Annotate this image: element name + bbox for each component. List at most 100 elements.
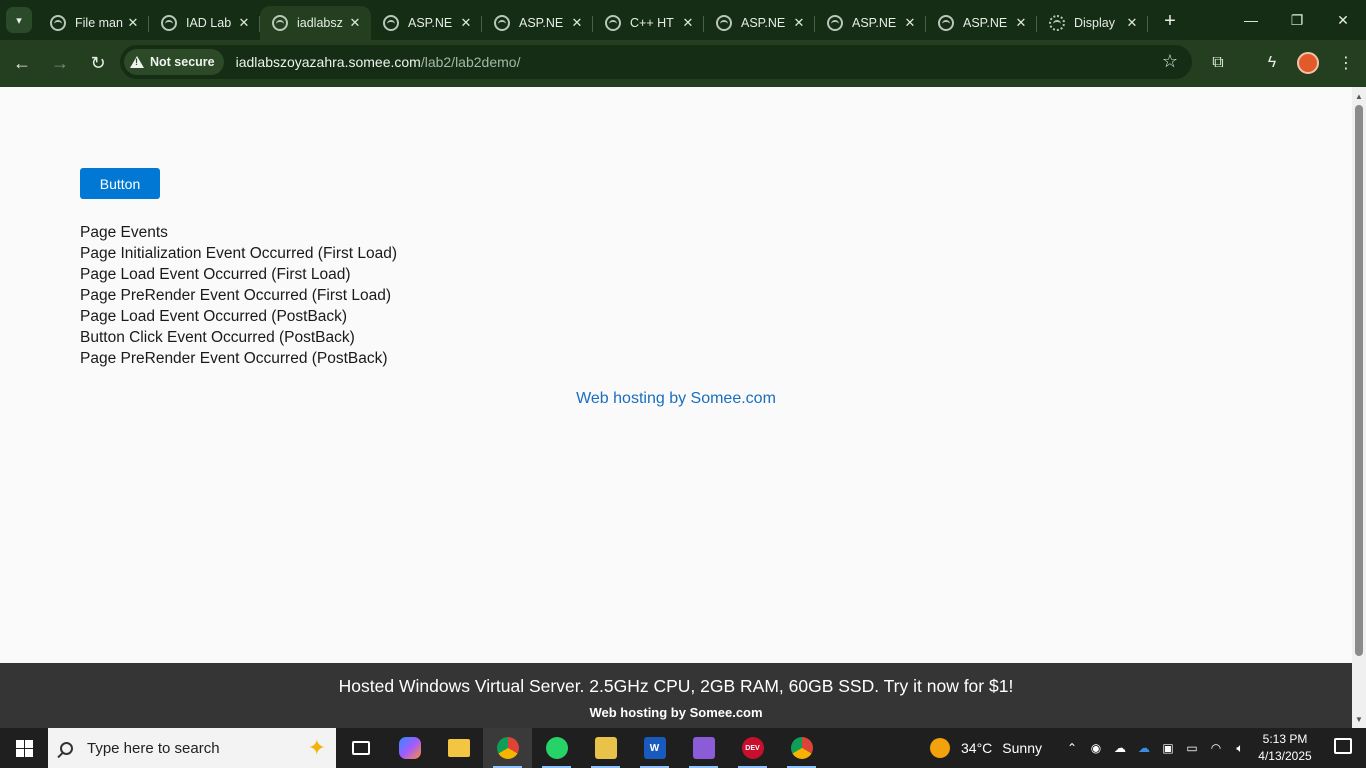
hosting-link[interactable]: Web hosting by Somee.com — [576, 390, 776, 407]
visual-studio-icon — [692, 737, 715, 759]
close-icon[interactable]: ✕ — [1013, 15, 1029, 31]
camera-icon[interactable]: ◉ — [1084, 741, 1108, 755]
close-icon[interactable]: ✕ — [791, 15, 807, 31]
whatsapp-icon — [545, 737, 568, 759]
close-icon[interactable]: ✕ — [1124, 15, 1140, 31]
file-explorer-button[interactable] — [434, 728, 483, 768]
reload-button[interactable]: ↻ — [80, 46, 116, 82]
notification-icon[interactable] — [1334, 738, 1352, 754]
minimize-button[interactable]: — — [1228, 0, 1274, 40]
security-chip[interactable]: Not secure — [124, 49, 224, 75]
banner-headline[interactable]: Hosted Windows Virtual Server. 2.5GHz CP… — [0, 675, 1352, 697]
volume-icon[interactable]: 🔈︎ — [1228, 741, 1252, 756]
globe-icon — [383, 15, 399, 31]
folder-icon — [447, 739, 470, 757]
tab-title: IAD Lab — [186, 16, 232, 30]
tab-2[interactable]: IAD Lab ✕ — [149, 6, 260, 40]
clock-date: 4/13/2025 — [1258, 749, 1312, 763]
restore-button[interactable]: ❐ — [1274, 0, 1320, 40]
battery-icon[interactable]: ▭ — [1180, 741, 1204, 755]
lightning-icon: ϟ — [1267, 54, 1277, 71]
word-icon: W — [643, 737, 666, 759]
forward-button[interactable]: → — [42, 46, 78, 82]
display-icon[interactable]: ▣ — [1156, 741, 1180, 755]
menu-button[interactable]: ⋮ — [1331, 48, 1361, 78]
back-button[interactable]: ← — [4, 46, 40, 82]
tab-title: iadlabsz — [297, 16, 343, 30]
visual-studio-button[interactable] — [679, 728, 728, 768]
profile-button[interactable] — [1293, 48, 1323, 78]
chrome-profile-button[interactable] — [777, 728, 826, 768]
tab-5[interactable]: ASP.NE ✕ — [482, 6, 593, 40]
tab-10[interactable]: Display ✕ — [1037, 6, 1148, 40]
scroll-up-icon[interactable]: ▲ — [1352, 89, 1366, 103]
dev-cpp-button[interactable]: DEV — [728, 728, 777, 768]
close-icon[interactable]: ✕ — [902, 15, 918, 31]
postback-button[interactable]: Button — [80, 168, 160, 199]
clock[interactable]: 5:13 PM 4/13/2025 — [1250, 731, 1320, 765]
url-host: iadlabszoyazahra.somee.com — [235, 54, 421, 70]
close-icon[interactable]: ✕ — [125, 15, 141, 31]
taskbar-search[interactable]: Type here to search ✦ — [48, 728, 336, 768]
address-bar[interactable]: Not secure iadlabszoyazahra.somee.com/la… — [120, 45, 1192, 79]
weather-temp: 34°C — [961, 740, 993, 756]
tab-search-button[interactable]: ▾ — [6, 7, 32, 33]
extensions-button[interactable]: ⧉ — [1203, 48, 1233, 78]
scroll-thumb[interactable] — [1355, 105, 1363, 656]
tab-9[interactable]: ASP.NE ✕ — [926, 6, 1037, 40]
vertical-scrollbar[interactable]: ▲ ▼ — [1352, 87, 1366, 728]
globe-icon — [605, 15, 621, 31]
photo-editor-icon — [594, 737, 617, 759]
task-view-button[interactable] — [336, 728, 385, 768]
tab-4[interactable]: ASP.NE ✕ — [371, 6, 482, 40]
security-label: Not secure — [150, 55, 215, 69]
photo-editor-button[interactable] — [581, 728, 630, 768]
banner-subline[interactable]: Web hosting by Somee.com — [0, 705, 1352, 720]
tab-1[interactable]: File man ✕ — [38, 6, 149, 40]
new-tab-button[interactable]: + — [1156, 7, 1184, 35]
warning-icon — [130, 56, 144, 68]
clock-time: 5:13 PM — [1262, 732, 1308, 746]
hosting-link-container: Web hosting by Somee.com — [0, 390, 1352, 408]
word-button[interactable]: W — [630, 728, 679, 768]
more-vertical-icon: ⋮ — [1338, 55, 1354, 72]
task-view-icon — [351, 741, 370, 755]
tab-title: C++ HT — [630, 16, 674, 30]
chrome-button[interactable] — [483, 728, 532, 768]
performance-button[interactable]: ϟ — [1257, 48, 1287, 78]
copilot-button[interactable] — [385, 728, 434, 768]
weather-widget[interactable]: 34°C Sunny — [930, 728, 1042, 768]
globe-icon — [494, 15, 510, 31]
scroll-down-icon[interactable]: ▼ — [1352, 712, 1366, 726]
taskbar: Type here to search ✦ W DEV 34°C Sunny ⌃… — [0, 728, 1366, 768]
star-icon[interactable]: ☆ — [1162, 51, 1178, 72]
close-icon[interactable]: ✕ — [458, 15, 474, 31]
onedrive-icon[interactable]: ☁ — [1132, 741, 1156, 755]
globe-icon — [938, 15, 954, 31]
weather-condition: Sunny — [1002, 740, 1042, 756]
close-icon[interactable]: ✕ — [680, 15, 696, 31]
cloud-icon[interactable]: ☁ — [1108, 741, 1132, 755]
tab-3-active[interactable]: iadlabsz ✕ — [260, 6, 371, 40]
globe-icon — [827, 15, 843, 31]
event-log-heading: Page Events — [80, 224, 168, 241]
chevron-down-icon: ▾ — [16, 14, 22, 27]
tab-7[interactable]: ASP.NE ✕ — [704, 6, 815, 40]
close-window-button[interactable]: ✕ — [1320, 0, 1366, 40]
hosting-banner[interactable]: Hosted Windows Virtual Server. 2.5GHz CP… — [0, 663, 1352, 728]
close-icon[interactable]: ✕ — [347, 15, 363, 31]
tab-title: ASP.NE — [519, 16, 564, 30]
tab-6[interactable]: C++ HT ✕ — [593, 6, 704, 40]
close-icon[interactable]: ✕ — [569, 15, 585, 31]
whatsapp-button[interactable] — [532, 728, 581, 768]
wifi-icon[interactable]: ◠ — [1204, 741, 1228, 755]
close-icon[interactable]: ✕ — [236, 15, 252, 31]
tab-8[interactable]: ASP.NE ✕ — [815, 6, 926, 40]
start-button[interactable] — [0, 728, 48, 768]
event-log: Page Events Page Initialization Event Oc… — [80, 222, 397, 369]
tab-title: ASP.NE — [408, 16, 453, 30]
url-text[interactable]: iadlabszoyazahra.somee.com/lab2/lab2demo… — [236, 54, 521, 70]
chrome-icon — [496, 737, 519, 759]
chevron-up-icon[interactable]: ⌃ — [1060, 741, 1084, 755]
event-line: Page PreRender Event Occurred (PostBack) — [80, 350, 388, 367]
